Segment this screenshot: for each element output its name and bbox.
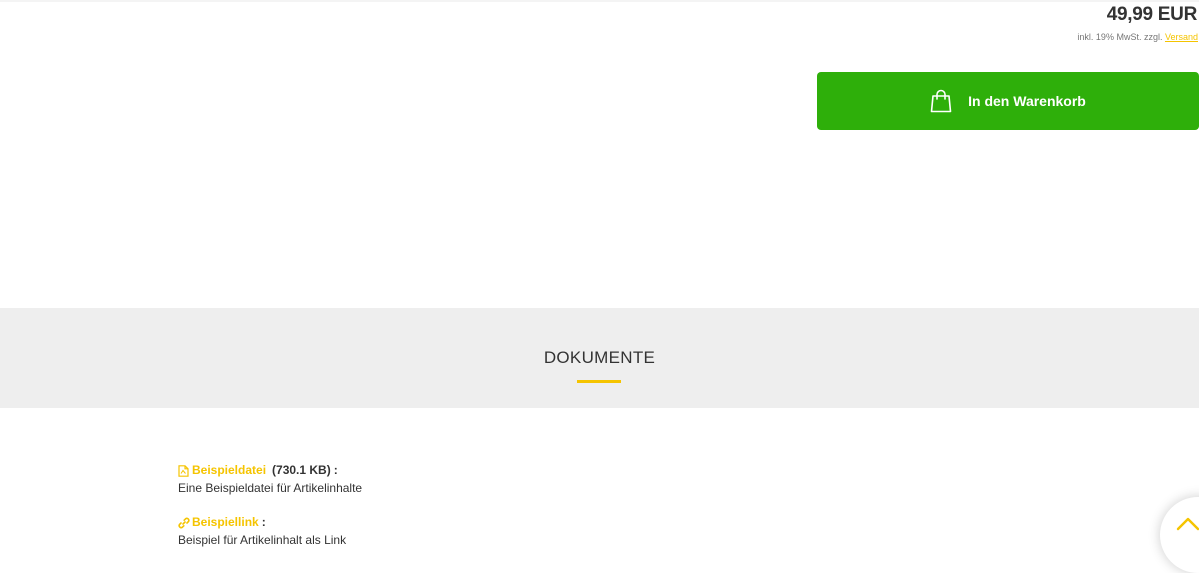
top-divider [0, 0, 1199, 2]
shopping-bag-icon [930, 89, 952, 113]
document-colon: : [333, 463, 338, 477]
tax-note: inkl. 19% MwSt. zzgl. Versand [1077, 32, 1198, 42]
document-colon: : [261, 515, 266, 529]
documents-title-underline [577, 380, 621, 383]
document-download-link[interactable]: Beispieldatei [192, 463, 266, 478]
product-price: 49,99 EUR [1106, 4, 1198, 25]
shipping-link[interactable]: Versand [1165, 32, 1198, 42]
document-item: Beispiellink : Beispiel für Artikelinhal… [178, 515, 346, 547]
document-description: Eine Beispieldatei für Artikelinhalte [178, 481, 363, 495]
document-link[interactable]: Beispiellink [192, 515, 259, 530]
scroll-to-top-button[interactable] [1160, 497, 1199, 573]
document-description: Beispiel für Artikelinhalt als Link [178, 533, 347, 547]
add-to-cart-button[interactable]: In den Warenkorb [817, 72, 1199, 130]
documents-header: DOKUMENTE [0, 308, 1199, 408]
documents-title: DOKUMENTE [543, 348, 656, 367]
chevron-up-icon [1176, 517, 1199, 531]
document-item: Beispieldatei (730.1 KB) : Eine Beispiel… [178, 463, 362, 495]
document-size: (730.1 KB) [272, 463, 331, 477]
pdf-file-icon [178, 464, 190, 477]
link-icon [178, 517, 190, 529]
tax-note-text: inkl. 19% MwSt. zzgl. [1077, 32, 1163, 42]
add-to-cart-label: In den Warenkorb [968, 93, 1086, 109]
